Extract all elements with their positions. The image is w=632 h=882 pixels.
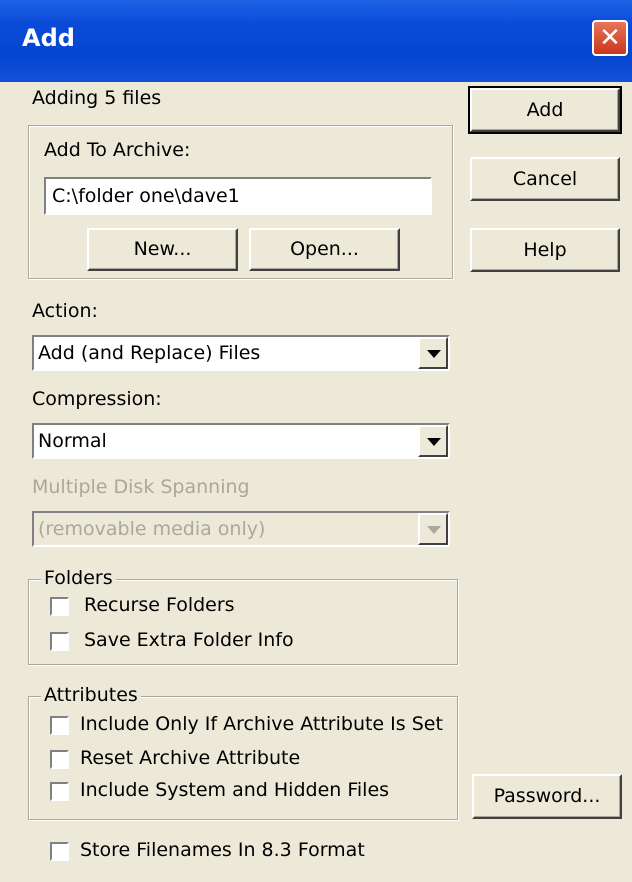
add-dialog: Add ✕ Adding 5 files Add To Archive: C:\… xyxy=(0,0,632,882)
cancel-button-label: Cancel xyxy=(512,168,578,190)
compression-dropdown-button[interactable] xyxy=(418,425,448,457)
save-extra-folder-label[interactable]: Save Extra Folder Info xyxy=(84,629,294,651)
help-button-label: Help xyxy=(523,239,567,261)
include-archive-attr-checkbox[interactable] xyxy=(50,716,69,735)
disk-spanning-dropdown-button xyxy=(418,513,448,545)
add-button-label: Add xyxy=(526,99,564,121)
chevron-down-icon xyxy=(427,438,441,446)
open-button-label: Open... xyxy=(290,238,359,260)
title-bar[interactable]: Add ✕ xyxy=(0,0,632,82)
save-extra-folder-checkbox[interactable] xyxy=(50,632,69,651)
close-button[interactable]: ✕ xyxy=(592,20,628,56)
open-archive-button[interactable]: Open... xyxy=(249,228,400,271)
include-archive-attr-label[interactable]: Include Only If Archive Attribute Is Set xyxy=(80,713,443,735)
compression-select[interactable]: Normal xyxy=(32,423,450,459)
add-button[interactable]: Add xyxy=(468,86,622,134)
help-button[interactable]: Help xyxy=(470,228,620,272)
include-system-hidden-label[interactable]: Include System and Hidden Files xyxy=(80,779,389,801)
cancel-button[interactable]: Cancel xyxy=(470,157,620,201)
action-selected-value: Add (and Replace) Files xyxy=(38,342,261,364)
dialog-body: Adding 5 files Add To Archive: C:\folder… xyxy=(3,82,629,879)
chevron-down-icon xyxy=(427,350,441,358)
archive-path-input[interactable]: C:\folder one\dave1 xyxy=(44,177,432,215)
disk-spanning-select: (removable media only) xyxy=(32,511,450,547)
folders-group: Folders xyxy=(28,567,458,665)
new-archive-button[interactable]: New... xyxy=(87,228,238,271)
folders-group-title: Folders xyxy=(41,567,116,589)
reset-archive-attr-checkbox[interactable] xyxy=(50,750,69,769)
disk-spanning-selected-value: (removable media only) xyxy=(38,518,266,540)
store-83-checkbox[interactable] xyxy=(50,842,69,861)
include-system-hidden-checkbox[interactable] xyxy=(50,782,69,801)
new-button-label: New... xyxy=(133,238,192,260)
compression-selected-value: Normal xyxy=(38,430,107,452)
recurse-folders-label[interactable]: Recurse Folders xyxy=(84,594,235,616)
adding-files-label: Adding 5 files xyxy=(32,87,162,109)
disk-spanning-label: Multiple Disk Spanning xyxy=(32,476,250,498)
reset-archive-attr-label[interactable]: Reset Archive Attribute xyxy=(80,747,300,769)
password-button-label: Password... xyxy=(493,785,601,807)
close-icon: ✕ xyxy=(599,23,621,53)
password-button[interactable]: Password... xyxy=(472,774,622,819)
action-dropdown-button[interactable] xyxy=(418,337,448,369)
action-select[interactable]: Add (and Replace) Files xyxy=(32,335,450,371)
window-title: Add xyxy=(22,24,75,52)
attributes-group-title: Attributes xyxy=(41,684,141,706)
store-83-label[interactable]: Store Filenames In 8.3 Format xyxy=(80,839,365,861)
add-to-archive-label: Add To Archive: xyxy=(44,139,191,161)
action-label: Action: xyxy=(32,300,98,322)
recurse-folders-checkbox[interactable] xyxy=(50,597,69,616)
compression-label: Compression: xyxy=(32,388,162,410)
chevron-down-icon xyxy=(427,526,441,534)
